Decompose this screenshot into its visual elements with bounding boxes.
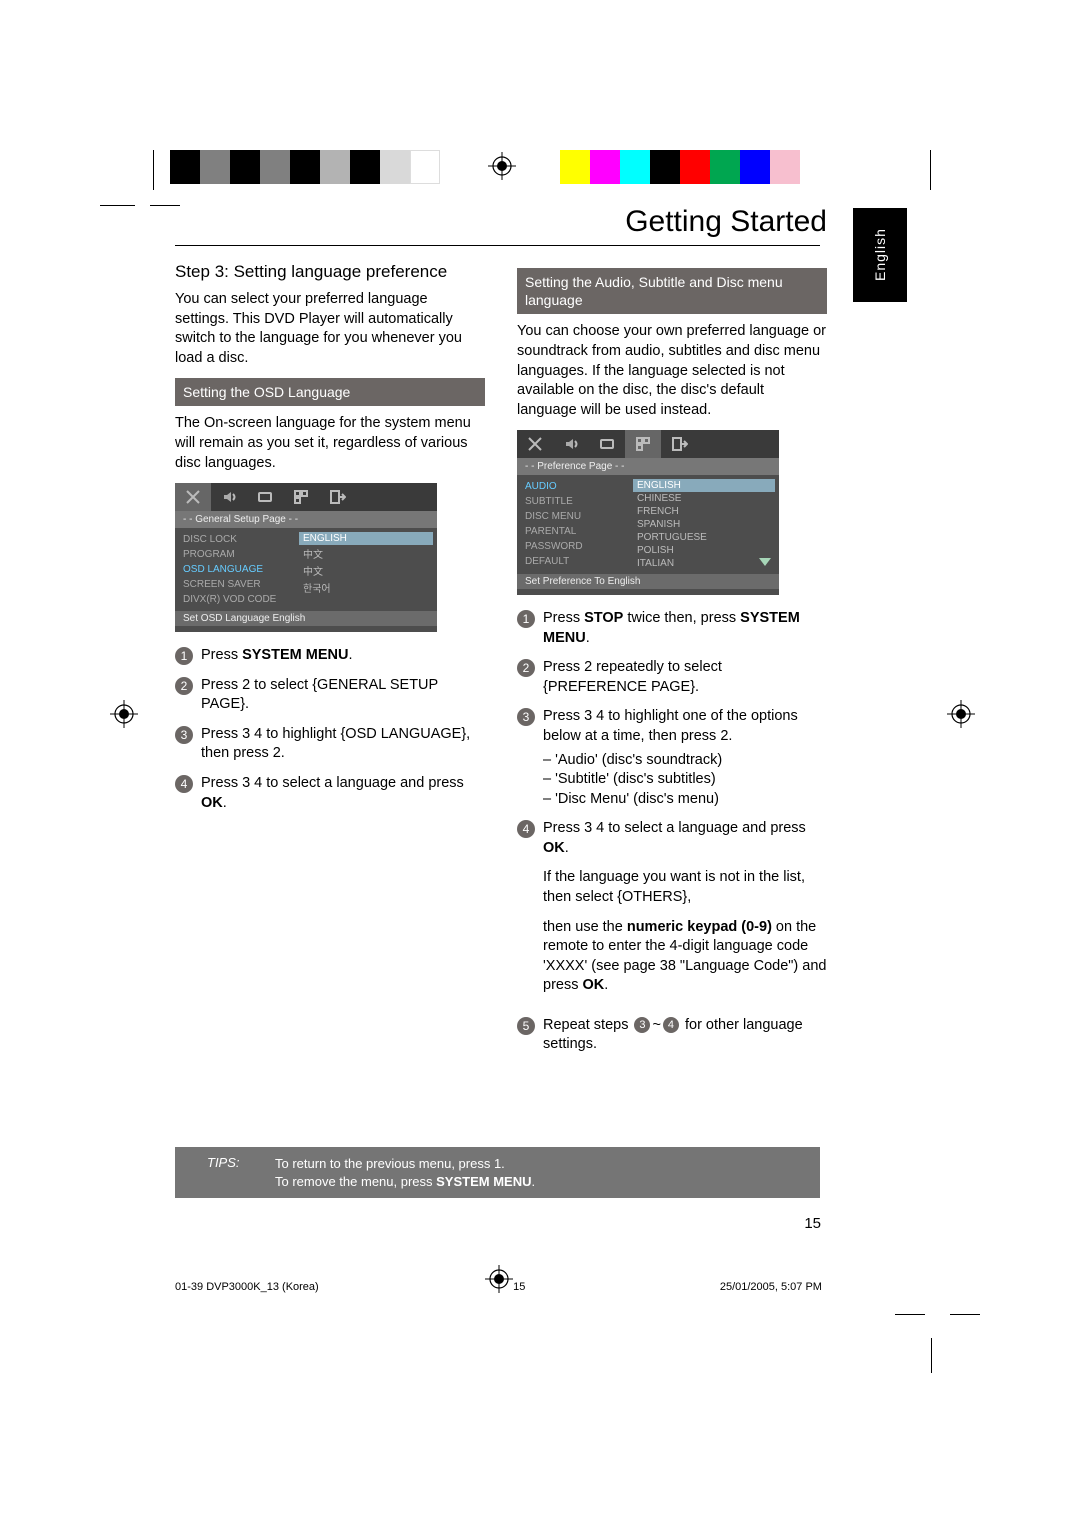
- menu-footer: Set OSD Language English: [175, 611, 437, 626]
- color-bars-left: [170, 150, 440, 184]
- menu-title: - - Preference Page - -: [517, 458, 779, 475]
- menu-option: SPANISH: [633, 518, 775, 531]
- menu-option: CHINESE: [633, 492, 775, 505]
- menu-option: ITALIAN: [637, 558, 674, 569]
- menu-option-highlight: ENGLISH: [303, 533, 347, 544]
- step-number-icon: 3: [517, 708, 535, 726]
- language-tab-english: English: [853, 208, 907, 302]
- registration-mark-icon: [947, 700, 975, 735]
- menu-item: PROGRAM: [183, 547, 295, 562]
- step-number-icon: 3: [175, 726, 193, 744]
- step-text: Press 2 repeatedly to select {PREFERENCE…: [543, 658, 827, 697]
- tab-exit-icon: [319, 483, 355, 511]
- color-bars-right: [560, 150, 800, 184]
- step-number-icon: 2: [175, 677, 193, 695]
- menu-item: DISC MENU: [525, 509, 629, 524]
- tab-video-icon: [589, 430, 625, 458]
- tab-general-icon: [175, 483, 211, 511]
- osd-explain: The On-screen language for the system me…: [175, 414, 485, 473]
- intro-text: You can select your preferred language s…: [175, 290, 485, 368]
- step-text: Press 3 4 to highlight {OSD LANGUAGE}, t…: [201, 725, 485, 764]
- menu-item-selected: OSD LANGUAGE: [183, 562, 295, 577]
- menu-item-selected: AUDIO: [525, 479, 629, 494]
- step-text: Press SYSTEM MENU.: [201, 646, 352, 666]
- registration-mark-icon: [110, 700, 138, 735]
- step-text: Press STOP twice then, press SYSTEM MENU…: [543, 609, 827, 648]
- tab-general-icon: [517, 430, 553, 458]
- step-heading: Step 3: Setting language preference: [175, 262, 485, 282]
- option-item: – 'Audio' (disc's soundtrack): [543, 751, 827, 771]
- print-footer: 01-39 DVP3000K_13 (Korea) 15 25/01/2005,…: [175, 1281, 907, 1293]
- menu-option: 中文: [299, 562, 433, 579]
- footer-timestamp: 25/01/2005, 5:07 PM: [720, 1281, 822, 1293]
- title-rule: [175, 245, 820, 246]
- step-number-icon: 4: [175, 775, 193, 793]
- section-audio-subtitle-disc: Setting the Audio, Subtitle and Disc men…: [517, 268, 827, 314]
- menu-option-highlight: ENGLISH: [637, 480, 681, 491]
- inline-step-ref-icon: 3: [634, 1017, 650, 1033]
- scroll-down-icon: [759, 558, 771, 569]
- step-text: Press 3 4 to highlight one of the option…: [543, 707, 827, 809]
- intro-text: You can choose your own preferred langua…: [517, 322, 827, 420]
- tips-label: TIPS:: [207, 1155, 259, 1191]
- page-title: Getting Started: [175, 205, 907, 239]
- right-column: Setting the Audio, Subtitle and Disc men…: [517, 262, 827, 1065]
- menu-title: - - General Setup Page - -: [175, 511, 437, 528]
- tab-exit-icon: [661, 430, 697, 458]
- crop-mark: [895, 1314, 925, 1315]
- crop-mark: [931, 1338, 932, 1373]
- crop-mark: [100, 205, 135, 206]
- step-text: Press 3 4 to select a language and press…: [543, 819, 827, 1006]
- page-number: 15: [804, 1215, 821, 1232]
- menu-item: PASSWORD: [525, 539, 629, 554]
- option-item: – 'Disc Menu' (disc's menu): [543, 790, 827, 810]
- menu-footer: Set Preference To English: [517, 574, 779, 589]
- step-number-icon: 1: [175, 647, 193, 665]
- menu-item: DEFAULT: [525, 554, 629, 569]
- step-number-icon: 4: [517, 820, 535, 838]
- page-body: English Getting Started Step 3: Setting …: [175, 205, 907, 1280]
- tab-extra-icon: [283, 483, 319, 511]
- tab-video-icon: [247, 483, 283, 511]
- footer-page: 15: [513, 1281, 525, 1293]
- step-number-icon: 2: [517, 659, 535, 677]
- crop-mark: [950, 1314, 980, 1315]
- registration-mark-icon: [488, 152, 516, 187]
- tab-audio-icon: [553, 430, 589, 458]
- inline-step-ref-icon: 4: [663, 1017, 679, 1033]
- option-item: – 'Subtitle' (disc's subtitles): [543, 770, 827, 790]
- menu-option: 한국어: [299, 579, 433, 596]
- step-text: Press 2 to select {GENERAL SETUP PAGE}.: [201, 676, 485, 715]
- left-column: Step 3: Setting language preference You …: [175, 262, 485, 1065]
- section-osd-language: Setting the OSD Language: [175, 378, 485, 406]
- menu-item: SCREEN SAVER: [183, 577, 295, 592]
- tab-audio-icon: [211, 483, 247, 511]
- menu-option: FRENCH: [633, 505, 775, 518]
- crop-mark: [153, 150, 154, 190]
- menu-option: 中文: [299, 545, 433, 562]
- tips-bar: TIPS: To return to the previous menu, pr…: [175, 1147, 820, 1198]
- menu-item: DISC LOCK: [183, 532, 295, 547]
- crop-mark: [930, 150, 931, 190]
- menu-item: DIVX(R) VOD CODE: [183, 592, 295, 607]
- tab-preference-icon: [625, 430, 661, 458]
- menu-option: PORTUGUESE: [633, 531, 775, 544]
- step-number-icon: 5: [517, 1017, 535, 1035]
- osd-menu-screenshot: - - General Setup Page - - DISC LOCK PRO…: [175, 483, 437, 632]
- step-number-icon: 1: [517, 610, 535, 628]
- menu-item: SUBTITLE: [525, 494, 629, 509]
- menu-item: PARENTAL: [525, 524, 629, 539]
- tips-body: To return to the previous menu, press 1.…: [275, 1155, 535, 1191]
- footer-file: 01-39 DVP3000K_13 (Korea): [175, 1281, 319, 1293]
- preference-menu-screenshot: - - Preference Page - - AUDIO SUBTITLE D…: [517, 430, 779, 595]
- step-text: Press 3 4 to select a language and press…: [201, 774, 485, 813]
- menu-option: POLISH: [633, 544, 775, 557]
- step-text: Repeat steps 3~4 for other language sett…: [543, 1016, 827, 1055]
